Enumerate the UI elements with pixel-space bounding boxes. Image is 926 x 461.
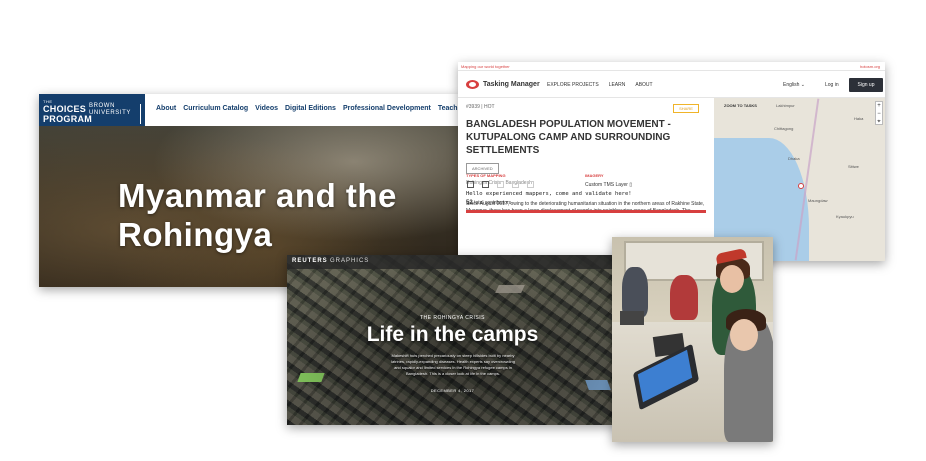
language-select[interactable]: English ⌄ [783, 82, 805, 88]
choices-menu: About Curriculum Catalog Videos Digital … [156, 105, 458, 112]
signup-button[interactable]: Sign up [849, 78, 883, 92]
login-button[interactable]: Log in [825, 82, 839, 88]
map-label: Lakhimpur [776, 103, 795, 108]
landuse-icon [512, 181, 519, 188]
share-button[interactable]: SHARE [673, 104, 699, 113]
contributors: 52 total contributors [466, 200, 511, 206]
map-zoom-controls[interactable]: + − ⌖ [875, 101, 883, 125]
project-id: #3939 | HOT [466, 104, 495, 110]
choices-logo[interactable]: THE CHOICES PROGRAM BROWN UNIVERSITY [39, 94, 145, 126]
story-title: Life in the camps [366, 323, 539, 346]
road-icon [467, 181, 474, 188]
story-kicker: THE ROHINGYA CRISIS [420, 315, 485, 321]
map-label: Sittwe [848, 164, 859, 169]
classroom-photo [612, 237, 773, 442]
map-label: Haka [854, 116, 864, 121]
nav-about[interactable]: About [156, 105, 176, 112]
top-strip: Mapping our world together hotosm.org [458, 62, 885, 71]
logo-line-3: BROWN UNIVERSITY [89, 103, 132, 116]
copy-icon[interactable]: ▯ [629, 182, 632, 188]
building-icon [482, 181, 489, 188]
student-face [730, 319, 758, 351]
zoom-in-icon[interactable]: + [876, 102, 882, 110]
project-title: BANGLADESH POPULATION MOVEMENT - KUTUPAL… [466, 119, 671, 156]
laptop [620, 311, 644, 325]
student [670, 275, 698, 320]
progress-bar [466, 210, 706, 213]
map-label: Chittagong [774, 126, 794, 131]
nav-videos[interactable]: Videos [255, 105, 278, 112]
types-label: TYPES OF MAPPING [466, 173, 506, 178]
map-label: Maungdaw [808, 198, 828, 203]
reuters-brand: REUTERS [292, 258, 328, 264]
tasking-manager-screenshot: Mapping our world together hotosm.org Ta… [458, 62, 885, 261]
brand-name[interactable]: Tasking Manager [483, 81, 540, 88]
reuters-logo[interactable]: REUTERS GRAPHICS [292, 258, 369, 264]
project-location-pin-icon[interactable] [798, 183, 804, 189]
story-date: DECEMBER 4, 2017 [430, 388, 475, 393]
contributors-count: 52 [466, 200, 473, 206]
student-face [720, 265, 744, 293]
project-greeting: Hello experienced mappers, come and vali… [466, 191, 632, 197]
reuters-header: REUTERS GRAPHICS [287, 255, 618, 269]
zoom-to-tasks[interactable]: ZOOM TO TASKS [724, 103, 757, 108]
student [622, 267, 648, 317]
imagery-value: Custom TMS Layer ▯ [585, 182, 632, 188]
nav-about[interactable]: ABOUT [635, 82, 652, 88]
imagery-text: Custom TMS Layer [585, 182, 628, 188]
map-label: Kyaukpyu [836, 214, 854, 219]
map-label: Dhaka [788, 156, 800, 161]
contributors-label: total contributors [474, 200, 512, 206]
hot-logo-icon[interactable] [466, 80, 479, 89]
mapping-type-icons [467, 181, 534, 188]
language-label: English [783, 82, 800, 88]
chevron-down-icon: ⌄ [800, 82, 805, 88]
nav-teach[interactable]: Teach [438, 105, 458, 112]
waterway-icon [497, 181, 504, 188]
nav-digital-editions[interactable]: Digital Editions [285, 105, 336, 112]
nav-learn[interactable]: LEARN [609, 82, 626, 88]
nav-curriculum-catalog[interactable]: Curriculum Catalog [183, 105, 248, 112]
reuters-graphics-screenshot: REUTERS GRAPHICS THE ROHINGYA CRISIS Lif… [287, 255, 618, 425]
other-icon [527, 181, 534, 188]
tm-nav: EXPLORE PROJECTS LEARN ABOUT [547, 82, 653, 88]
page-title: Myanmar and the Rohingya [118, 177, 397, 253]
imagery-label: IMAGERY [585, 173, 604, 178]
nav-explore-projects[interactable]: EXPLORE PROJECTS [547, 82, 599, 88]
choices-navbar: THE CHOICES PROGRAM BROWN UNIVERSITY Abo… [39, 94, 459, 126]
story-summary: Makeshift huts perched precariously on s… [391, 353, 515, 376]
tagline: Mapping our world together [461, 64, 510, 69]
locate-icon[interactable]: ⌖ [876, 118, 882, 126]
zoom-out-icon[interactable]: − [876, 110, 882, 118]
nav-professional-development[interactable]: Professional Development [343, 105, 431, 112]
tm-header: Tasking Manager EXPLORE PROJECTS LEARN A… [458, 72, 885, 98]
reuters-section: GRAPHICS [329, 258, 370, 264]
org-link[interactable]: hotosm.org [860, 64, 880, 69]
